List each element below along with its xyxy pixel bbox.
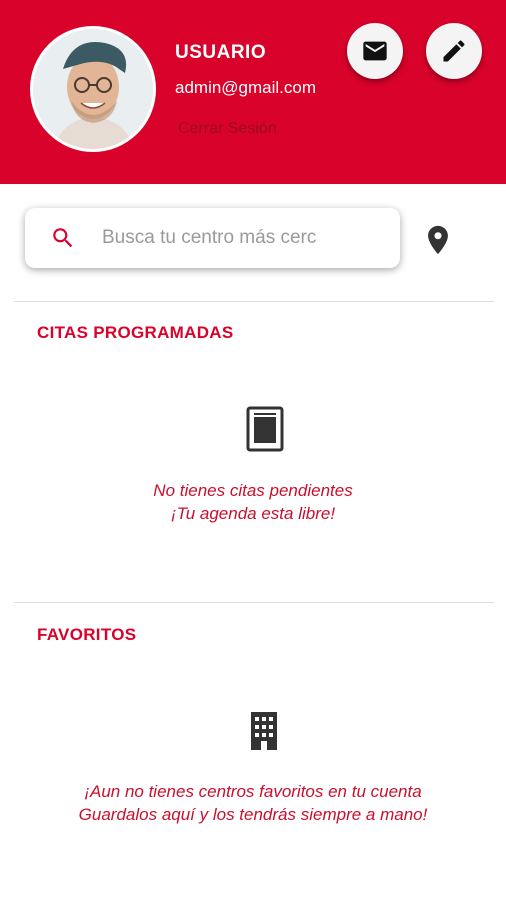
favorites-empty-line2: Guardalos aquí y los tendrás siempre a m… [78,805,428,824]
appointments-empty-line1: No tienes citas pendientes [153,481,353,500]
divider [14,602,494,603]
messages-button[interactable] [347,23,403,79]
document-icon [246,406,284,452]
user-name: USUARIO [175,42,267,63]
user-email: admin@gmail.com [175,78,317,97]
favorites-empty-line1: ¡Aun no tienes centros favoritos en tu c… [84,782,422,801]
building-icon [251,712,277,750]
search-icon [53,228,73,248]
search-input[interactable] [102,227,317,249]
divider [14,301,494,302]
search-bar[interactable] [25,208,400,268]
appointments-title: CITAS PROGRAMADAS [37,323,234,342]
logout-link[interactable]: Cerrar Sesión [178,120,277,138]
mail-icon [363,41,387,61]
location-pin-icon[interactable] [421,220,455,260]
edit-icon [443,40,465,62]
favorites-title: FAVORITOS [37,625,137,644]
edit-profile-button[interactable] [426,23,482,79]
avatar [30,26,156,152]
appointments-empty-line2: ¡Tu agenda esta libre! [170,504,336,523]
profile-header: USUARIO admin@gmail.com Cerrar Sesión [0,0,506,184]
